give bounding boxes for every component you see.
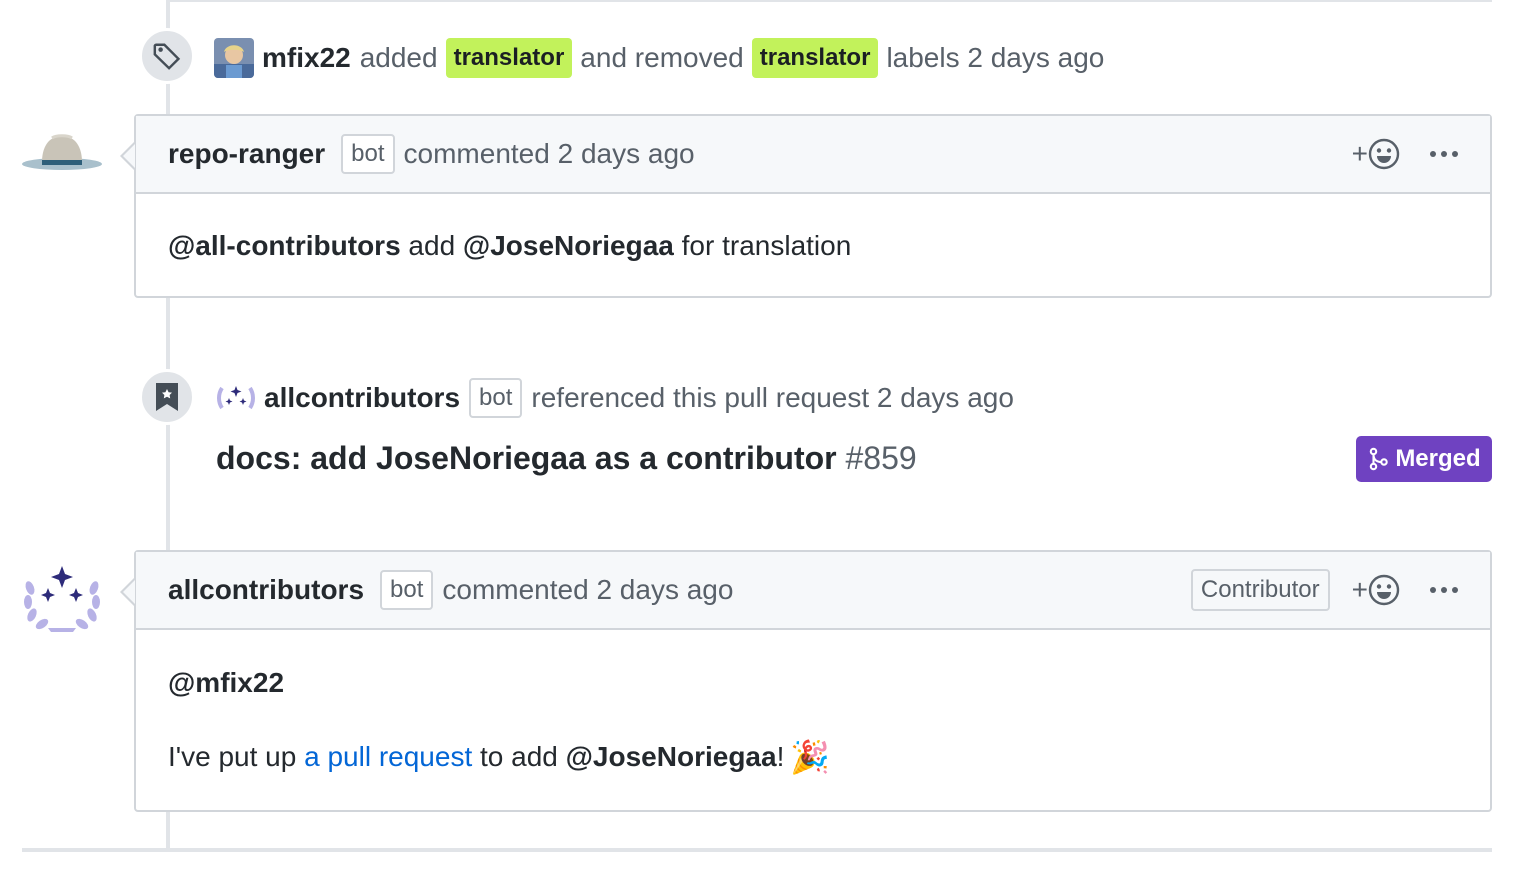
comment-card: allcontributors bot commented 2 days ago… bbox=[120, 550, 1492, 812]
mention-link[interactable]: @JoseNoriegaa bbox=[566, 740, 777, 774]
comment-paragraph: I've put up a pull request to add @JoseN… bbox=[168, 740, 1458, 774]
event-timestamp[interactable]: referenced this pull request 2 days ago bbox=[531, 382, 1014, 414]
label-event: mfix22 added translator and removed tran… bbox=[214, 36, 1104, 80]
event-action-text: added bbox=[359, 42, 438, 73]
comment-text: to add bbox=[472, 741, 566, 772]
timeline-top-divider bbox=[166, 0, 1492, 2]
comment-header: repo-ranger bot commented 2 days ago + bbox=[136, 116, 1490, 194]
merged-status-badge: Merged bbox=[1356, 436, 1492, 482]
comment-text: for translation bbox=[673, 230, 852, 261]
reference-event: allcontributors bot referenced this pull… bbox=[216, 376, 1014, 420]
comment-author-link[interactable]: repo-ranger bbox=[168, 138, 325, 170]
event-author-link[interactable]: allcontributors bbox=[264, 382, 460, 414]
smiley-icon bbox=[1368, 138, 1400, 170]
bookmark-icon bbox=[139, 369, 195, 425]
event-author-link[interactable]: mfix22 bbox=[262, 42, 351, 74]
label-badge-added[interactable]: translator bbox=[445, 38, 573, 78]
comment-timestamp[interactable]: commented 2 days ago bbox=[442, 574, 733, 606]
comment-body: @mfix22 I've put up a pull request to ad… bbox=[136, 630, 1490, 774]
pull-request-link[interactable]: a pull request bbox=[304, 740, 472, 774]
referenced-pr-number[interactable]: #859 bbox=[845, 440, 916, 476]
user-avatar[interactable] bbox=[214, 38, 254, 78]
plus-sign: + bbox=[1351, 138, 1368, 169]
smiley-icon bbox=[1368, 574, 1400, 606]
git-merge-icon bbox=[1370, 447, 1389, 471]
add-reaction-button[interactable]: + bbox=[1352, 574, 1400, 606]
label-badge-removed[interactable]: translator bbox=[751, 38, 879, 78]
allcontributors-avatar-small[interactable] bbox=[216, 378, 256, 418]
comment-text: I've put up bbox=[168, 741, 305, 772]
add-reaction-button[interactable]: + bbox=[1352, 138, 1400, 170]
event-action-text: and removed bbox=[580, 42, 744, 73]
bot-badge: bot bbox=[341, 134, 395, 174]
contributor-role-badge: Contributor bbox=[1190, 569, 1330, 611]
referenced-pr-link[interactable]: docs: add JoseNoriegaa as a contributor … bbox=[216, 440, 917, 477]
merged-status-label: Merged bbox=[1395, 445, 1481, 472]
bot-badge: bot bbox=[380, 570, 434, 610]
comment-text: add bbox=[400, 230, 463, 261]
event-timestamp[interactable]: labels 2 days ago bbox=[886, 42, 1104, 74]
mention-link[interactable]: @JoseNoriegaa bbox=[463, 230, 674, 261]
plus-sign: + bbox=[1351, 574, 1368, 605]
comment-card: repo-ranger bot commented 2 days ago + @… bbox=[120, 114, 1492, 298]
more-options-button[interactable] bbox=[1422, 587, 1458, 593]
comment-paragraph: @mfix22 bbox=[168, 666, 1458, 700]
repo-ranger-avatar[interactable] bbox=[22, 114, 102, 194]
allcontributors-avatar[interactable] bbox=[22, 560, 102, 640]
bot-badge: bot bbox=[469, 378, 523, 418]
party-popper-emoji: 🎉 bbox=[790, 739, 831, 775]
more-options-button[interactable] bbox=[1422, 151, 1458, 157]
comment-timestamp[interactable]: commented 2 days ago bbox=[404, 138, 695, 170]
comment-text: ! bbox=[776, 741, 785, 772]
mention-link[interactable]: @mfix22 bbox=[168, 667, 284, 698]
comment-header: allcontributors bot commented 2 days ago… bbox=[136, 552, 1490, 630]
timeline-line bbox=[166, 810, 170, 850]
tag-icon bbox=[139, 28, 195, 84]
mention-link[interactable]: @all-contributors bbox=[168, 230, 401, 261]
timeline-bottom-divider bbox=[22, 848, 1492, 852]
comment-author-link[interactable]: allcontributors bbox=[168, 574, 364, 606]
comment-body: @all-contributors add @JoseNoriegaa for … bbox=[136, 194, 1490, 262]
referenced-pr-title[interactable]: docs: add JoseNoriegaa as a contributor bbox=[216, 440, 837, 476]
